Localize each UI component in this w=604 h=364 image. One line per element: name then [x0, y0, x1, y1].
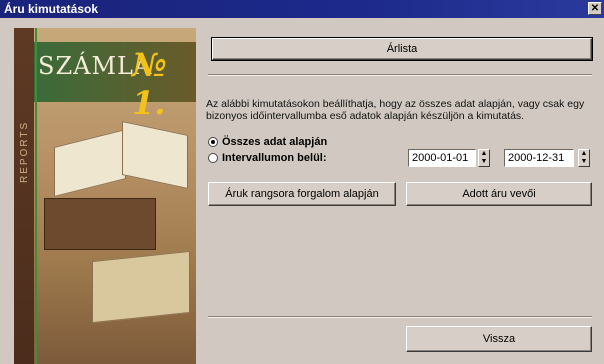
radio-icon[interactable]	[208, 137, 218, 147]
illustration-panel: REPORTS SZÁMLA № 1.	[14, 28, 196, 364]
option-all-row[interactable]: Összes adat alapján	[208, 136, 327, 148]
back-button[interactable]: Vissza	[406, 326, 592, 352]
side-band	[14, 28, 34, 364]
side-stripe	[35, 28, 37, 364]
side-text: REPORTS	[19, 120, 30, 183]
product-ranking-button[interactable]: Áruk rangsora forgalom alapján	[208, 182, 396, 206]
window-title: Áru kimutatások	[4, 2, 99, 16]
radio-icon[interactable]	[208, 153, 218, 163]
divider-bottom	[208, 316, 592, 318]
spin-arrows-icon[interactable]: ▲ ▼	[578, 149, 590, 167]
date-to-field[interactable]: 2000-12-31	[504, 149, 574, 167]
report-window: Áru kimutatások ✕ REPORTS SZÁMLA № 1. Ár…	[0, 0, 604, 364]
close-icon[interactable]: ✕	[588, 2, 602, 15]
spin-arrows-icon[interactable]: ▲ ▼	[478, 149, 490, 167]
option-interval-row[interactable]: Intervallumon belül:	[208, 152, 327, 164]
price-list-button[interactable]: Árlista	[211, 37, 593, 61]
open-book-right-page	[122, 120, 188, 190]
divider-top	[208, 74, 592, 76]
product-buyers-button[interactable]: Adott áru vevői	[406, 182, 592, 206]
app-logo-number: № 1.	[132, 46, 167, 122]
date-from-field[interactable]: 2000-01-01	[408, 149, 476, 167]
book-stack-illustration	[92, 250, 190, 324]
option-all-label: Összes adat alapján	[222, 136, 328, 148]
title-bar: Áru kimutatások ✕	[0, 0, 604, 18]
option-interval-label: Intervallumon belül:	[222, 152, 327, 164]
open-book-left-page	[54, 129, 126, 197]
description-text: Az alábbi kimutatásokon beállíthatja, ho…	[206, 98, 585, 122]
book-illustration	[44, 198, 156, 250]
